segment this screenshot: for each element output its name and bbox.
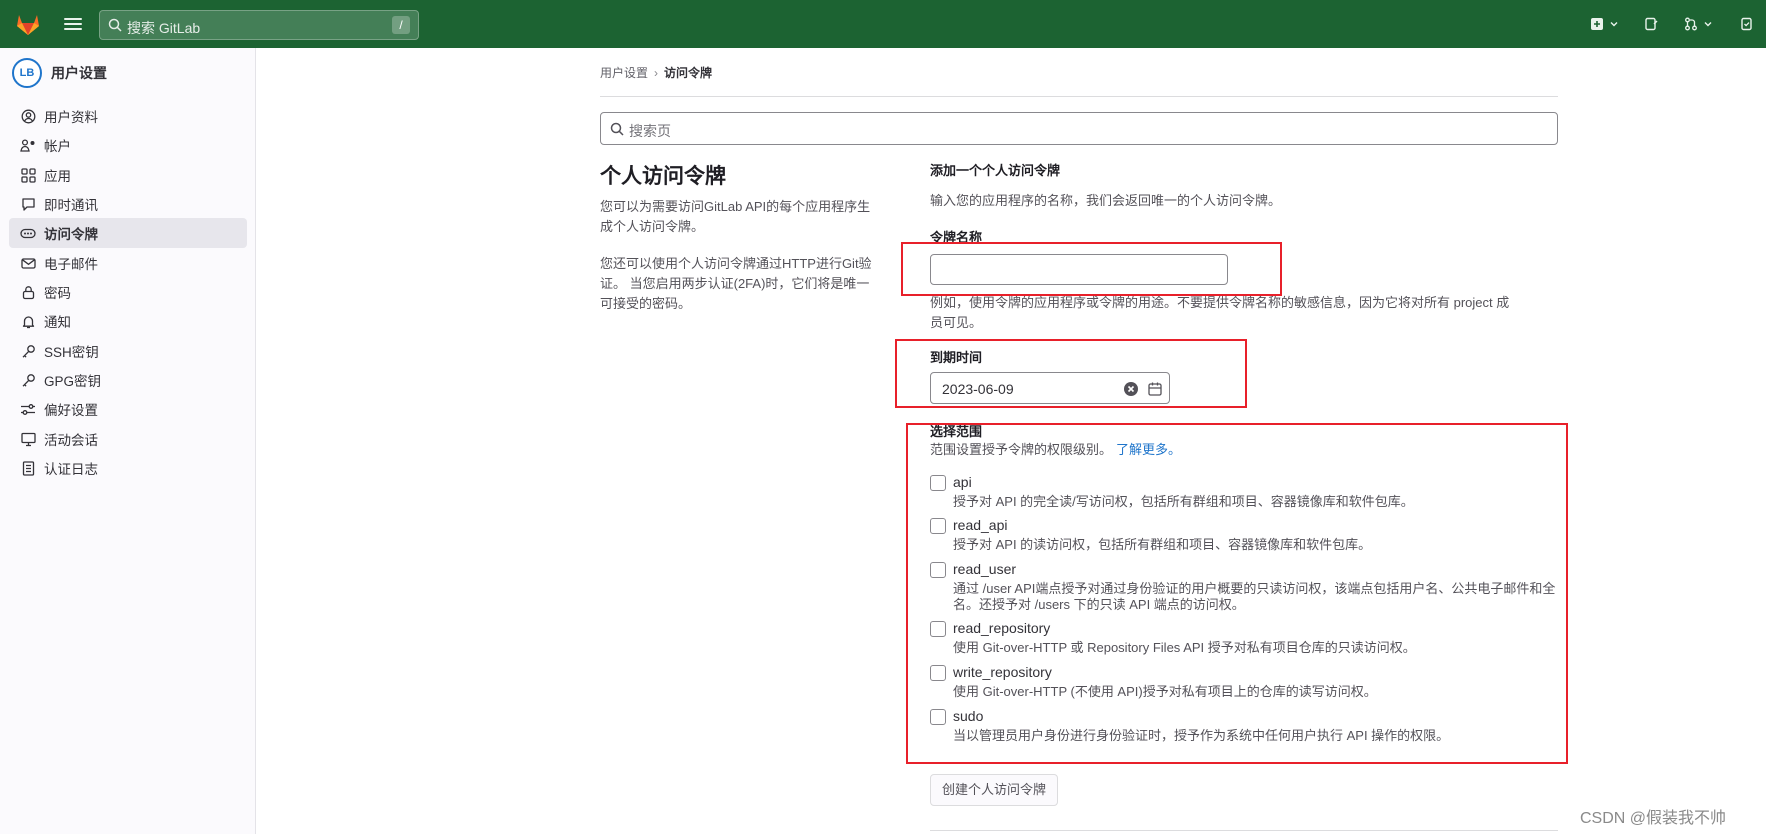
help-line: 例如，使用令牌的应用程序或令牌的用途。不要提供令牌名称的敏感信息，因为它将对所有… (930, 295, 1510, 310)
highlight-box-scopes (906, 423, 1568, 764)
issues-icon (1645, 17, 1658, 31)
sidebar-item-label: GPG密钥 (44, 374, 102, 389)
sidebar-item-account[interactable]: 帐户 (9, 130, 247, 160)
breadcrumb-separator: › (654, 66, 659, 80)
chevron-down-icon (1704, 22, 1712, 27)
preferences-icon (20, 401, 36, 417)
breadcrumb-current[interactable]: 访问令牌 (664, 66, 712, 80)
sidebar-item-label: 用户资料 (44, 110, 98, 125)
form-intro: 输入您的应用程序的名称，我们会返回唯一的个人访问令牌。 (930, 193, 1282, 208)
chevron-down-icon (1610, 22, 1618, 27)
key-icon (20, 372, 36, 388)
sidebar-item-ssh-keys[interactable]: SSH密钥 (9, 336, 247, 366)
sidebar-item-profile[interactable]: 用户资料 (9, 101, 247, 131)
gitlab-logo[interactable] (14, 12, 42, 36)
sidebar-item-password[interactable]: 密码 (9, 277, 247, 307)
top-navbar: 搜索 GitLab / (0, 0, 1766, 48)
sidebar-item-label: 通知 (44, 315, 71, 330)
sidebar-item-label: 应用 (44, 169, 71, 184)
lock-icon (20, 284, 36, 300)
intro-line: 证。 当您启用两步认证(2FA)时，它们将是唯一 (600, 276, 870, 291)
intro-paragraph-1: 您可以为需要访问GitLab API的每个应用程序生 成个人访问令牌。 (600, 197, 898, 237)
watermark: CSDN @假装我不帅 (1580, 810, 1727, 827)
merge-requests-button[interactable] (1684, 14, 1713, 34)
bell-icon (20, 313, 36, 329)
sidebar-item-preferences[interactable]: 偏好设置 (9, 394, 247, 424)
user-icon (20, 108, 36, 124)
sidebar-item-label: 活动会话 (44, 433, 98, 448)
sidebar-item-applications[interactable]: 应用 (9, 160, 247, 190)
account-gear-icon (20, 137, 36, 153)
global-search-input[interactable]: 搜索 GitLab / (99, 10, 419, 40)
highlight-box-token-name (901, 242, 1282, 296)
sidebar-item-gpg-keys[interactable]: GPG密钥 (9, 365, 247, 395)
page-title: 个人访问令牌 (600, 165, 726, 188)
sidebar-item-chat[interactable]: 即时通讯 (9, 189, 247, 219)
search-icon (108, 18, 122, 32)
sidebar-title: 用户设置 (51, 65, 107, 81)
applications-icon (20, 167, 36, 183)
hamburger-menu-icon[interactable] (64, 15, 82, 33)
sidebar-item-label: 偏好设置 (44, 403, 98, 418)
todo-icon (1741, 17, 1752, 31)
divider (930, 830, 1558, 831)
sidebar-item-label: SSH密钥 (44, 345, 99, 360)
chat-icon (20, 196, 36, 212)
avatar: LB (12, 58, 42, 88)
sidebar-item-label: 密码 (44, 286, 71, 301)
intro-paragraph-2: 您还可以使用个人访问令牌通过HTTP进行Git验 证。 当您启用两步认证(2FA… (600, 254, 898, 314)
create-token-button[interactable]: 创建个人访问令牌 (930, 774, 1059, 806)
sidebar-item-label: 电子邮件 (44, 257, 98, 272)
sidebar-item-label: 访问令牌 (44, 227, 98, 242)
create-new-button[interactable] (1590, 14, 1619, 34)
monitor-icon (20, 431, 36, 447)
sidebar-item-notifications[interactable]: 通知 (9, 306, 247, 336)
breadcrumb-parent[interactable]: 用户设置 (600, 66, 648, 80)
sidebar-item-label: 帐户 (44, 139, 71, 154)
issues-button[interactable] (1644, 14, 1658, 34)
intro-line: 可接受的密码。 (600, 296, 692, 311)
sidebar-item-emails[interactable]: 电子邮件 (9, 248, 247, 278)
merge-request-icon (1685, 17, 1697, 31)
intro-line: 成个人访问令牌。 (600, 219, 705, 234)
highlight-box-expiry (895, 339, 1247, 408)
sidebar-item-label: 即时通讯 (44, 198, 98, 213)
todos-button[interactable] (1740, 14, 1754, 34)
intro-line: 您可以为需要访问GitLab API的每个应用程序生 (600, 199, 871, 214)
intro-line: 您还可以使用个人访问令牌通过HTTP进行Git验 (600, 256, 872, 271)
key-icon (20, 343, 36, 359)
search-shortcut-badge: / (392, 16, 410, 34)
settings-sidebar: LB 用户设置 用户资料 帐户 应用 即时通讯 访问令牌 电子邮件 密码 通知 … (0, 48, 256, 834)
sidebar-item-label: 认证日志 (44, 462, 98, 477)
help-line: 员可见。 (930, 315, 983, 330)
divider (600, 96, 1558, 97)
search-icon (610, 122, 624, 136)
sidebar-item-access-tokens[interactable]: 访问令牌 (9, 218, 247, 248)
plus-square-icon (1591, 18, 1603, 30)
global-search-placeholder: 搜索 GitLab (127, 20, 201, 36)
sidebar-header[interactable]: LB 用户设置 (12, 58, 107, 88)
token-name-help: 例如，使用令牌的应用程序或令牌的用途。不要提供令牌名称的敏感信息，因为它将对所有… (930, 293, 1558, 333)
token-icon (20, 225, 36, 241)
page-search-input[interactable]: 搜索页 (600, 112, 1558, 145)
page-search-placeholder: 搜索页 (629, 123, 671, 139)
breadcrumb: 用户设置 › 访问令牌 (600, 64, 712, 81)
log-icon (20, 460, 36, 476)
sidebar-item-active-sessions[interactable]: 活动会话 (9, 424, 247, 454)
mail-icon (20, 255, 36, 271)
form-heading: 添加一个个人访问令牌 (930, 163, 1061, 178)
sidebar-item-auth-log[interactable]: 认证日志 (9, 453, 247, 483)
